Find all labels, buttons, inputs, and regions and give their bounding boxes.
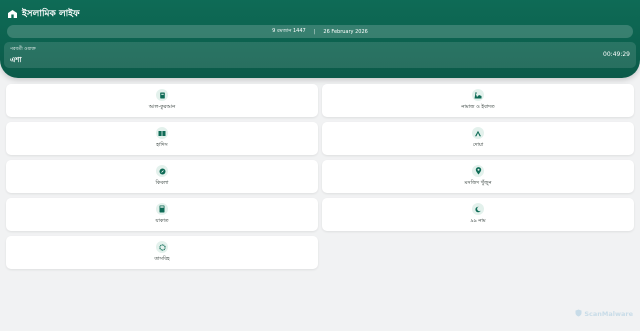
menu-card-mosque-finder[interactable]: মসজিদ খুঁজুন (322, 160, 634, 193)
menu-label: তাসবিহ (154, 256, 170, 262)
location-pin-icon (472, 165, 484, 177)
date-bar: 9 রমজান 1447 | 26 February 2026 (7, 25, 633, 38)
menu-card-quran[interactable]: আল-কুরআন (6, 84, 318, 117)
menu-label: মসজিদ খুঁজুন (464, 180, 492, 186)
menu-label: যাকাত (155, 218, 169, 224)
menu-label: দোয়া (472, 142, 484, 148)
feature-grid: আল-কুরআন নামাজ ও ইবাদত হাদিস দোয়া কিবলা… (6, 84, 634, 269)
menu-label: আল-কুরআন (148, 104, 176, 110)
menu-card-tasbih[interactable]: তাসবিহ (6, 236, 318, 269)
menu-label: ৯৯ নাম (470, 218, 486, 224)
menu-label: কিবলা (155, 180, 169, 186)
app-brand: ইসলামিক লাইফ (7, 6, 80, 20)
hijri-date: 9 রমজান 1447 (272, 27, 306, 34)
shield-icon (575, 309, 582, 319)
menu-card-dua[interactable]: দোয়া (322, 122, 634, 155)
watermark-text: ScanMalware (584, 310, 633, 318)
menu-card-zakat[interactable]: যাকাত (6, 198, 318, 231)
mosque-icon (7, 8, 18, 19)
tasbih-icon (156, 241, 168, 253)
next-prayer-card[interactable]: পরবর্তী ওয়াক্ত এশা 00:49:29 (4, 42, 636, 68)
quran-icon (156, 89, 168, 101)
next-prayer-label: পরবর্তী ওয়াক্ত (10, 47, 36, 52)
menu-card-namaz[interactable]: নামাজ ও ইবাদত (322, 84, 634, 117)
next-prayer-name: এশা (10, 56, 22, 64)
app-title: ইসলামিক লাইফ (22, 8, 80, 19)
compass-icon (156, 165, 168, 177)
prayer-countdown: 00:49:29 (603, 51, 630, 58)
book-icon (156, 127, 168, 139)
menu-card-hadith[interactable]: হাদিস (6, 122, 318, 155)
calculator-icon (156, 203, 168, 215)
watermark: ScanMalware (575, 309, 633, 319)
menu-label: হাদিস (156, 142, 168, 148)
gregorian-date: 26 February 2026 (323, 28, 368, 35)
menu-card-qibla[interactable]: কিবলা (6, 160, 318, 193)
menu-card-99-names[interactable]: ৯৯ নাম (322, 198, 634, 231)
dua-icon (472, 127, 484, 139)
prayer-icon (472, 89, 484, 101)
menu-label: নামাজ ও ইবাদত (461, 104, 495, 110)
app-header: ইসলামিক লাইফ 9 রমজান 1447 | 26 February … (0, 0, 640, 78)
crescent-icon (472, 203, 484, 215)
date-separator: | (313, 28, 316, 35)
